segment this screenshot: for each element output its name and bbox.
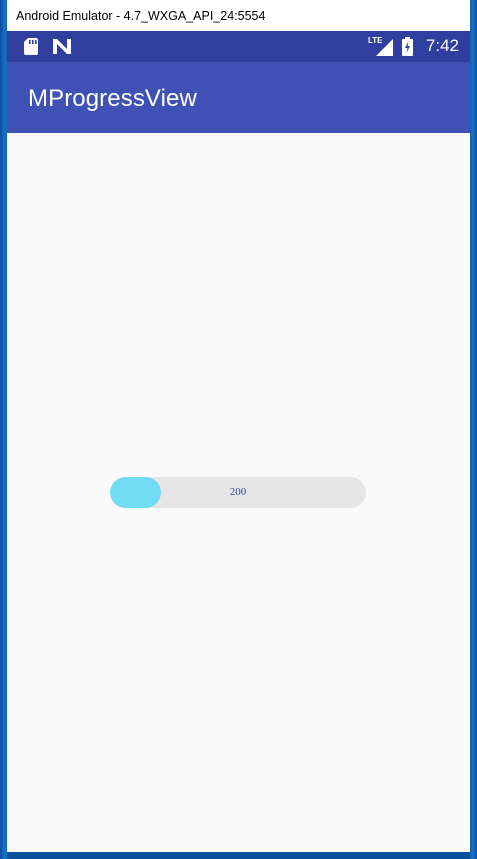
battery-charging-icon	[402, 37, 413, 56]
device-screen: LTE 7:42 MProgressView 200	[7, 31, 470, 852]
status-time: 7:42	[425, 36, 459, 55]
status-bar: LTE 7:42	[7, 31, 470, 62]
android-n-icon	[53, 39, 71, 54]
sd-card-icon	[24, 38, 38, 55]
window-title: Android Emulator - 4.7_WXGA_API_24:5554	[16, 8, 266, 23]
progress-value-label: 200	[229, 486, 247, 498]
progress-view[interactable]: 200	[110, 477, 366, 508]
app-title: MProgressView	[28, 85, 197, 112]
emulator-window: Android Emulator - 4.7_WXGA_API_24:5554 …	[7, 0, 470, 852]
lte-label: LTE	[368, 36, 383, 45]
window-titlebar[interactable]: Android Emulator - 4.7_WXGA_API_24:5554	[7, 0, 470, 31]
app-bar: MProgressView	[7, 62, 470, 133]
main-content: 200	[7, 133, 470, 852]
